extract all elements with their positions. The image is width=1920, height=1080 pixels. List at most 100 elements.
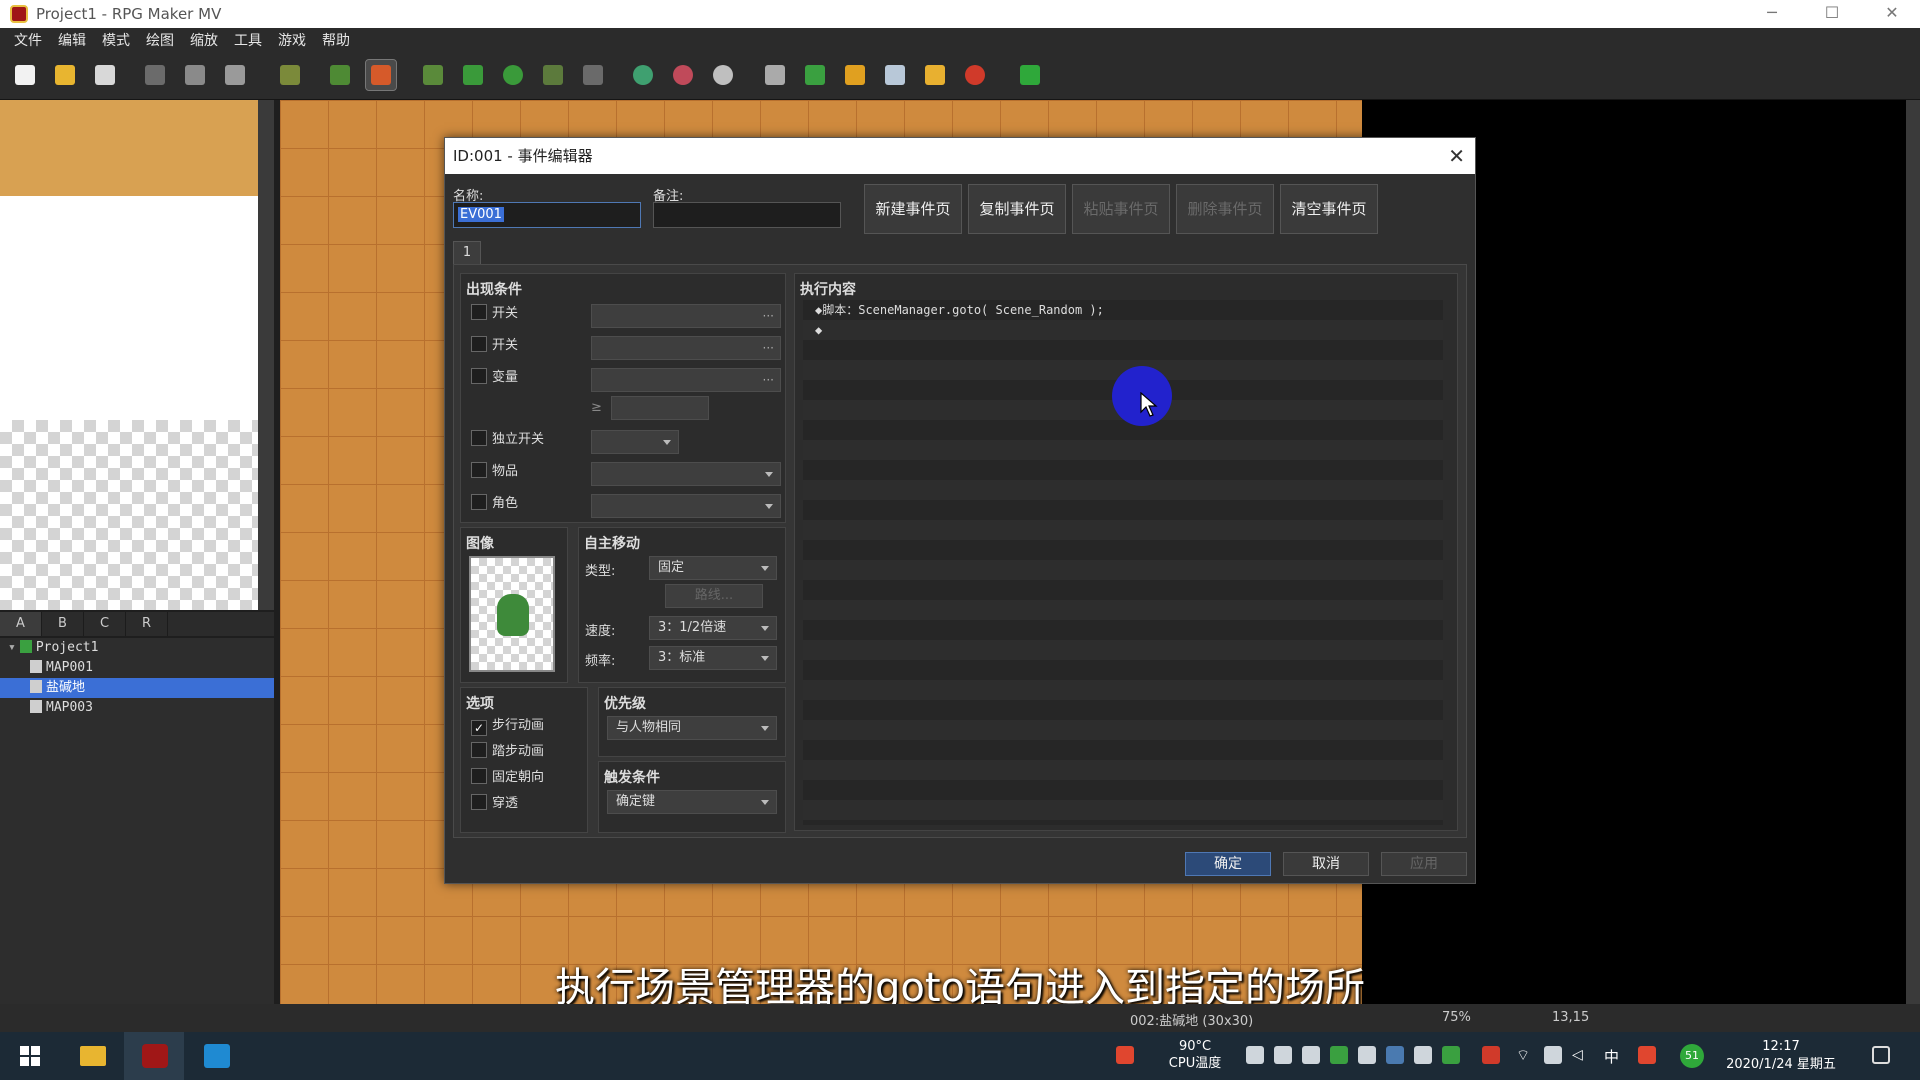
checkbox[interactable]	[471, 368, 487, 384]
event-searcher-icon[interactable]	[880, 60, 910, 90]
menu-file[interactable]: 文件	[14, 30, 42, 50]
tileset-palette[interactable]	[0, 100, 258, 610]
copy-event-page-button[interactable]: 复制事件页	[968, 184, 1066, 234]
checkbox[interactable]	[471, 794, 487, 810]
tray-icon[interactable]	[1246, 1046, 1264, 1064]
movement-type-dropdown[interactable]: 固定	[649, 556, 777, 580]
file-explorer-icon[interactable]	[62, 1032, 122, 1080]
maximize-button[interactable]: ☐	[1802, 0, 1862, 28]
name-input[interactable]: EV001	[453, 202, 641, 228]
minimize-button[interactable]: ─	[1742, 0, 1802, 28]
tab-b[interactable]: B	[42, 612, 84, 636]
command-line-script[interactable]: ◆脚本：SceneManager.goto( Scene_Random );	[803, 300, 1443, 320]
tree-item-map001[interactable]: MAP001	[0, 658, 274, 678]
variable-value-spinner[interactable]	[611, 396, 709, 420]
tab-c[interactable]: C	[84, 612, 126, 636]
condition-item[interactable]: 物品	[471, 462, 518, 484]
movement-speed-dropdown[interactable]: 3：1/2倍速	[649, 616, 777, 640]
sogou-tray-icon[interactable]	[1638, 1046, 1656, 1064]
shadow-pen-icon[interactable]	[578, 60, 608, 90]
switch-2-selector[interactable]: ···	[591, 336, 781, 360]
tree-item-map003[interactable]: MAP003	[0, 698, 274, 718]
command-line-empty[interactable]: ◆	[803, 320, 1443, 340]
network-app-icon[interactable]	[1442, 1046, 1460, 1064]
dialog-close-icon[interactable]: ✕	[1448, 138, 1465, 174]
self-switch-dropdown[interactable]	[591, 430, 679, 454]
menu-game[interactable]: 游戏	[278, 30, 306, 50]
rectangle-icon[interactable]	[458, 60, 488, 90]
note-input[interactable]	[653, 202, 841, 228]
user-icon[interactable]	[1414, 1046, 1432, 1064]
apply-button[interactable]: 应用	[1381, 852, 1467, 876]
condition-switch-2[interactable]: 开关	[471, 336, 518, 358]
event-image-preview[interactable]	[469, 556, 555, 672]
new-project-icon[interactable]	[10, 60, 40, 90]
menu-tools[interactable]: 工具	[234, 30, 262, 50]
fill-icon[interactable]	[538, 60, 568, 90]
menu-draw[interactable]: 绘图	[146, 30, 174, 50]
resource-manager-icon[interactable]	[920, 60, 950, 90]
option-stepping-animation[interactable]: 踏步动画	[471, 742, 544, 764]
menu-help[interactable]: 帮助	[322, 30, 350, 50]
checkbox[interactable]	[471, 430, 487, 446]
paste-event-page-button[interactable]: 粘贴事件页	[1072, 184, 1170, 234]
zoom-out-icon[interactable]	[668, 60, 698, 90]
notification-badge[interactable]: 51	[1680, 1044, 1704, 1068]
actual-size-icon[interactable]	[708, 60, 738, 90]
ime-language-indicator[interactable]: 中	[1604, 1046, 1619, 1067]
checkbox[interactable]	[471, 462, 487, 478]
variable-selector[interactable]: ···	[591, 368, 781, 392]
copy-icon[interactable]	[180, 60, 210, 90]
event-layer-icon[interactable]	[365, 59, 397, 91]
menu-mode[interactable]: 模式	[102, 30, 130, 50]
clear-event-page-button[interactable]: 清空事件页	[1280, 184, 1378, 234]
tab-r[interactable]: R	[126, 612, 168, 636]
app-tray-icon[interactable]	[1330, 1046, 1348, 1064]
menu-scale[interactable]: 缩放	[190, 30, 218, 50]
cut-icon[interactable]	[140, 60, 170, 90]
tree-item-selected-map[interactable]: 盐碱地	[0, 678, 274, 698]
movement-frequency-dropdown[interactable]: 3：标准	[649, 646, 777, 670]
rpg-maker-taskbar-icon[interactable]	[124, 1032, 184, 1080]
condition-variable[interactable]: 变量	[471, 368, 518, 390]
checkbox[interactable]	[471, 768, 487, 784]
condition-self-switch[interactable]: 独立开关	[471, 430, 544, 452]
priority-dropdown[interactable]: 与人物相同	[607, 716, 777, 740]
option-walking-animation[interactable]: ✓ 步行动画	[471, 716, 544, 738]
new-event-page-button[interactable]: 新建事件页	[864, 184, 962, 234]
clock[interactable]: 12:17 2020/1/24 星期五	[1716, 1038, 1846, 1074]
tileset-scrollbar[interactable]	[258, 100, 274, 610]
tab-a[interactable]: A	[0, 612, 42, 636]
map-layer-icon[interactable]	[325, 60, 355, 90]
ellipse-icon[interactable]	[498, 60, 528, 90]
paste-icon[interactable]	[220, 60, 250, 90]
menu-edit[interactable]: 编辑	[58, 30, 86, 50]
playtest-icon[interactable]	[1015, 60, 1045, 90]
condition-actor[interactable]: 角色	[471, 494, 518, 516]
plugin-manager-icon[interactable]	[800, 60, 830, 90]
switch-1-selector[interactable]: ···	[591, 304, 781, 328]
delete-event-page-button[interactable]: 删除事件页	[1176, 184, 1274, 234]
option-direction-fix[interactable]: 固定朝向	[471, 768, 544, 790]
sogou-ime-icon[interactable]	[1116, 1046, 1134, 1064]
checkbox[interactable]	[471, 742, 487, 758]
undo-icon[interactable]	[275, 60, 305, 90]
battery-icon[interactable]	[1544, 1046, 1562, 1064]
checkbox[interactable]: ✓	[471, 720, 487, 736]
ok-button[interactable]: 确定	[1185, 852, 1271, 876]
condition-switch-1[interactable]: 开关	[471, 304, 518, 326]
database-icon[interactable]	[760, 60, 790, 90]
actor-dropdown[interactable]	[591, 494, 781, 518]
usb-icon[interactable]	[1358, 1046, 1376, 1064]
map-scrollbar[interactable]	[1906, 100, 1920, 1004]
character-generator-icon[interactable]	[960, 60, 990, 90]
action-center-icon[interactable]	[1872, 1046, 1890, 1064]
sound-test-icon[interactable]	[840, 60, 870, 90]
cpu-temperature-widget[interactable]: 90°C CPU温度	[1160, 1038, 1230, 1072]
vscode-icon[interactable]	[186, 1032, 246, 1080]
steam-icon[interactable]	[1386, 1046, 1404, 1064]
trigger-dropdown[interactable]: 确定键	[607, 790, 777, 814]
pencil-icon[interactable]	[418, 60, 448, 90]
volume-icon[interactable]: ◁	[1572, 1046, 1590, 1064]
save-icon[interactable]	[90, 60, 120, 90]
